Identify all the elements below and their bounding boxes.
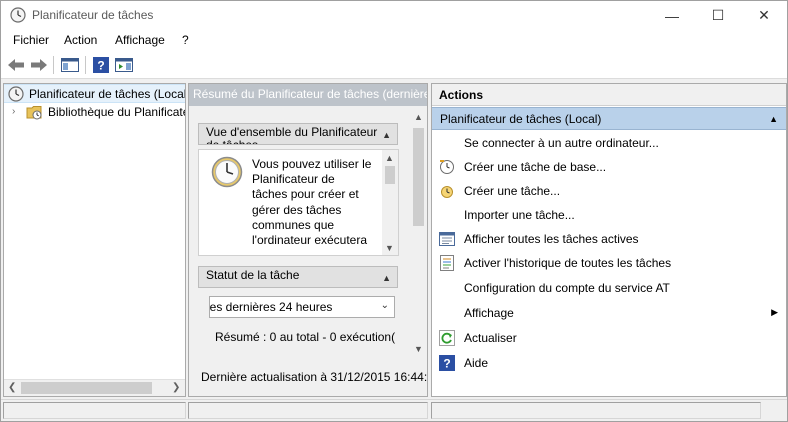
close-button[interactable]: ✕ xyxy=(741,1,787,30)
help-icon[interactable]: ? xyxy=(90,54,112,76)
show-hide-action-pane-icon[interactable] xyxy=(113,54,135,76)
tree-item-label: Planificateur de tâches (Local) xyxy=(29,87,186,101)
menu-affichage[interactable]: Affichage xyxy=(115,33,165,47)
scroll-thumb[interactable] xyxy=(385,166,395,184)
active-tasks-icon xyxy=(439,231,455,247)
action-label: Créer une tâche... xyxy=(464,184,561,198)
action-at-service-account[interactable]: Configuration du compte du service AT xyxy=(432,277,786,299)
action-label: Importer une tâche... xyxy=(464,208,575,222)
clock-app-icon xyxy=(10,7,26,23)
create-basic-task-icon xyxy=(439,159,455,175)
action-label: Créer une tâche de base... xyxy=(464,160,607,174)
toolbar-separator xyxy=(53,56,54,74)
status-bar xyxy=(1,399,787,421)
actions-group-label: Planificateur de tâches (Local) xyxy=(440,112,602,126)
action-label: Afficher toutes les tâches actives xyxy=(464,232,639,246)
window-title: Planificateur de tâches xyxy=(32,8,154,22)
collapse-up-icon[interactable]: ▲ xyxy=(382,272,391,285)
tree-item-label: Bibliothèque du Planificateur de tâches xyxy=(48,105,185,119)
toolbar: ? xyxy=(1,52,787,79)
status-title: Statut de la tâche xyxy=(206,268,300,282)
summary-pane: Résumé du Planificateur de tâches (derni… xyxy=(188,83,428,397)
svg-text:?: ? xyxy=(443,357,450,371)
action-import-task[interactable]: Importer une tâche... xyxy=(432,204,786,226)
actions-group-header[interactable]: Planificateur de tâches (Local) ▲ xyxy=(432,107,786,130)
overview-text: Vous pouvez utiliser le Planificateur de… xyxy=(252,157,372,248)
status-bar-panel xyxy=(431,402,761,419)
chevron-right-icon[interactable]: › xyxy=(12,106,15,117)
actions-pane: Actions Planificateur de tâches (Local) … xyxy=(431,83,787,397)
forward-arrow-icon[interactable] xyxy=(28,54,50,76)
tree-item-root[interactable]: Planificateur de tâches (Local) xyxy=(4,84,186,103)
action-label: Aide xyxy=(464,356,489,370)
folder-clock-icon xyxy=(26,104,42,120)
action-refresh[interactable]: Actualiser xyxy=(432,327,786,349)
toolbar-separator xyxy=(85,56,86,74)
dropdown-value: Les dernières 24 heures xyxy=(209,300,333,314)
collapse-up-icon[interactable]: ▲ xyxy=(382,129,391,142)
action-create-basic-task[interactable]: Créer une tâche de base... xyxy=(432,156,786,178)
scroll-down-icon[interactable]: ▼ xyxy=(414,344,423,354)
help-icon: ? xyxy=(439,355,455,371)
overview-section: Vous pouvez utiliser le Planificateur de… xyxy=(198,149,399,256)
menu-action[interactable]: Action xyxy=(64,33,97,47)
overview-section-header[interactable]: Vue d'ensemble du Planificateur de tâche… xyxy=(198,123,398,145)
submenu-arrow-icon: ▶ xyxy=(771,307,778,317)
title-bar[interactable]: Planificateur de tâches — ☐ ✕ xyxy=(1,1,787,30)
task-scheduler-window: Planificateur de tâches — ☐ ✕ Fichier Ac… xyxy=(0,0,788,422)
action-connect-computer[interactable]: Se connecter à un autre ordinateur... xyxy=(432,132,786,154)
period-dropdown[interactable]: Les dernières 24 heures ⌄ xyxy=(209,296,395,318)
tree-item-library[interactable]: › Bibliothèque du Planificateur de tâche… xyxy=(4,103,185,122)
action-create-task[interactable]: Créer une tâche... xyxy=(432,180,786,202)
svg-text:?: ? xyxy=(97,59,104,73)
overview-scrollbar[interactable]: ▲ ▼ xyxy=(382,150,398,255)
scroll-left-icon[interactable]: ❮ xyxy=(8,382,16,393)
action-show-active-tasks[interactable]: Afficher toutes les tâches actives xyxy=(432,228,786,250)
action-label: Configuration du compte du service AT xyxy=(464,281,670,295)
status-bar-panel xyxy=(3,402,186,419)
summary-pane-header: Résumé du Planificateur de tâches (derni… xyxy=(189,84,427,106)
minimize-button[interactable]: — xyxy=(649,1,695,30)
overview-title: Vue d'ensemble du Planificateur de tâche… xyxy=(206,125,378,145)
maximize-button[interactable]: ☐ xyxy=(695,1,741,30)
last-update-text: Dernière actualisation à 31/12/2015 16:4… xyxy=(201,370,427,384)
summary-scrollbar[interactable]: ▲ ▼ xyxy=(410,109,427,357)
large-clock-icon xyxy=(211,156,243,191)
create-task-icon xyxy=(439,183,455,199)
collapse-up-icon[interactable]: ▲ xyxy=(769,114,778,124)
menu-help[interactable]: ? xyxy=(182,33,189,47)
menu-fichier[interactable]: Fichier xyxy=(13,33,49,47)
action-view-submenu[interactable]: Affichage ▶ xyxy=(432,302,786,324)
refresh-icon xyxy=(439,330,455,346)
back-arrow-icon[interactable] xyxy=(5,54,27,76)
action-label: Affichage xyxy=(464,306,514,320)
status-section: Les dernières 24 heures ⌄ Résumé : 0 au … xyxy=(198,290,399,350)
scroll-right-icon[interactable]: ❯ xyxy=(172,382,180,393)
actions-title: Actions xyxy=(432,84,786,106)
status-summary: Résumé : 0 au total - 0 exécution(s) xyxy=(215,330,395,344)
action-help[interactable]: ? Aide xyxy=(432,352,786,374)
menu-bar: Fichier Action Affichage ? xyxy=(1,30,787,52)
scroll-up-icon[interactable]: ▲ xyxy=(414,112,423,122)
scroll-thumb[interactable] xyxy=(413,128,424,226)
history-icon xyxy=(439,255,455,271)
status-section-header[interactable]: Statut de la tâche ▲ xyxy=(198,266,398,288)
action-label: Se connecter à un autre ordinateur... xyxy=(464,136,659,150)
action-label: Activer l'historique de toutes les tâche… xyxy=(464,256,672,270)
clock-icon xyxy=(8,86,24,102)
action-label: Actualiser xyxy=(464,331,517,345)
scroll-down-icon[interactable]: ▼ xyxy=(385,243,394,253)
scroll-thumb[interactable] xyxy=(21,382,152,394)
status-bar-panel xyxy=(188,402,428,419)
scroll-up-icon[interactable]: ▲ xyxy=(385,153,394,163)
tree-horizontal-scrollbar[interactable]: ❮ ❯ xyxy=(4,379,185,396)
action-enable-history[interactable]: Activer l'historique de toutes les tâche… xyxy=(432,252,786,274)
chevron-down-icon[interactable]: ⌄ xyxy=(381,300,389,311)
console-tree: Planificateur de tâches (Local) › Biblio… xyxy=(3,83,186,397)
show-hide-console-tree-icon[interactable] xyxy=(59,54,81,76)
